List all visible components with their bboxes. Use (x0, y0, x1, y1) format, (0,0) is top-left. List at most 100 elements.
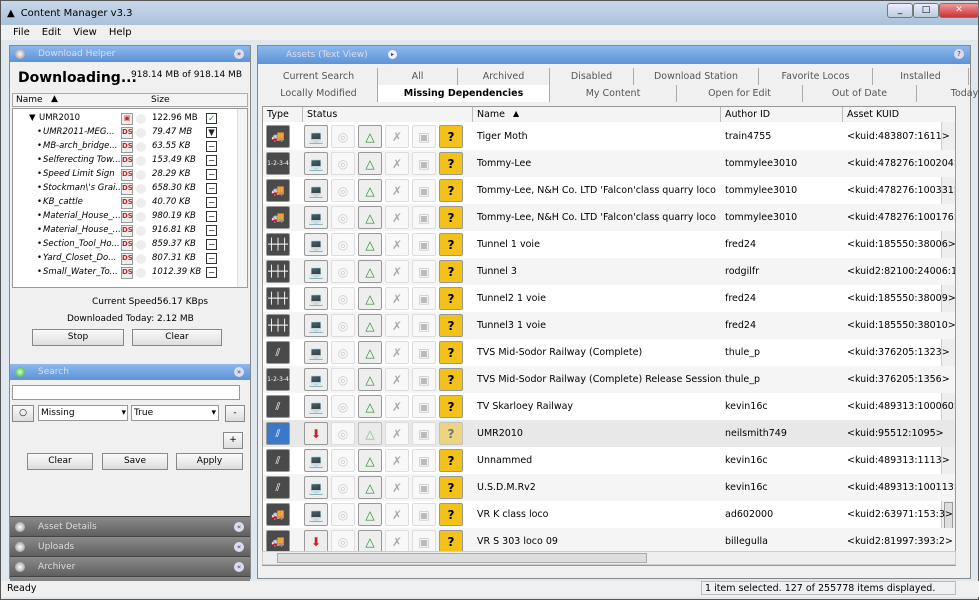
column-type[interactable]: Type (263, 107, 303, 122)
author-id: ad602000 (725, 509, 774, 520)
tab-disabled[interactable]: Disabled (550, 68, 634, 85)
column-name[interactable]: Name (16, 95, 43, 105)
tab-archived[interactable]: Archived (458, 68, 550, 85)
table-row[interactable]: 🚚 💻 ◎ △ ✗ ▣? Tommy-Lee, N&H Co. LTD 'Falcon'cl… (263, 177, 955, 204)
tab-out-of-date[interactable]: Out of Date (803, 85, 917, 102)
tab-download-station[interactable]: Download Station (634, 68, 759, 85)
queued-icon[interactable]: − (206, 267, 217, 278)
download-list-scrollbar[interactable] (237, 109, 247, 287)
column-status[interactable]: Status (303, 107, 473, 122)
queued-icon[interactable]: − (206, 239, 217, 250)
menu-help[interactable]: Help (109, 27, 132, 38)
filter-value-select[interactable]: True ▾ (131, 405, 219, 421)
column-name[interactable]: Name (473, 107, 721, 122)
toggle-condition-button[interactable]: ○ (12, 405, 34, 422)
asset-table: Type Status Name Author ID Asset KUID ▲ 🚚 💻 ◎ △ ✗ ▣… (262, 106, 956, 566)
table-row[interactable]: ┼┼┼ 💻 ◎ △ ✗ ▣? Tunnel3 1 voie fred24 <kuid:18555… (263, 312, 955, 339)
collapse-icon[interactable]: » (234, 367, 244, 377)
column-size[interactable]: Size (151, 95, 169, 105)
download-item[interactable]: • Section_Tool_Ho... DS 859.37 KB − (13, 239, 247, 252)
maximize-button[interactable]: □ (913, 3, 939, 18)
tab-installed[interactable]: Installed (873, 68, 969, 85)
download-item[interactable]: ▼ UMR2010 ▣ 122.96 MB ✓ (13, 113, 247, 126)
minimize-button[interactable]: _ (887, 3, 913, 18)
download-item[interactable]: • MB-arch_bridge... DS 63.55 KB − (13, 141, 247, 154)
table-row[interactable]: ┼┼┼ 💻 ◎ △ ✗ ▣? Tunnel2 1 voie fred24 <kuid:18555… (263, 285, 955, 312)
queued-icon[interactable]: − (206, 211, 217, 222)
download-helper-header[interactable]: Download Helper » (10, 46, 250, 62)
filter-field-select[interactable]: Missing dependenc ▾ (38, 405, 128, 421)
search-header[interactable]: Search » (10, 364, 250, 380)
tab-favorite-locos[interactable]: Favorite Locos (759, 68, 873, 85)
queued-icon[interactable]: − (206, 155, 217, 166)
table-row[interactable]: ⫽ 💻 ◎ △ ✗ ▣? TV Skarloey Railway kevin16c <kuid:… (263, 393, 955, 420)
horizontal-scrollbar[interactable] (262, 551, 956, 565)
download-item[interactable]: • Speed Limit Sign DS 28.29 KB − (13, 169, 247, 182)
tab-open-for-edit[interactable]: Open for Edit (677, 85, 803, 102)
table-row[interactable]: ⫽ 💻 ◎ △ ✗ ▣? U.S.D.M.Rv2 kevin16c <kuid:489313:1… (263, 474, 955, 501)
column-author-id[interactable]: Author ID (721, 107, 843, 122)
table-row[interactable]: ⫽ 💻 ◎ △ ✗ ▣? TVS Mid-Sodor Railway (Complete) t… (263, 339, 955, 366)
table-row[interactable]: 🚚 💻 ◎ △ ✗ ▣? Tommy-Lee, N&H Co. LTD 'Falcon'cl… (263, 204, 956, 231)
copy-icon: ▣ (412, 503, 436, 526)
download-item[interactable]: • Material_House_... DS 916.81 KB − (13, 225, 247, 238)
save-search-button[interactable]: Save (102, 453, 168, 470)
clear-search-button[interactable]: Clear (27, 453, 93, 470)
tab-today[interactable]: Today (917, 85, 979, 102)
panel-uploads[interactable]: Uploads « (10, 536, 250, 556)
download-item[interactable]: • Material_House_... DS 980.19 KB − (13, 211, 247, 224)
expand-icon[interactable]: « (234, 522, 244, 532)
disc-icon (136, 184, 146, 194)
download-item[interactable]: • Stockman\'s Grai... DS 658.30 KB − (13, 183, 247, 196)
tools-icon: ✗ (385, 233, 409, 256)
tab-missing-dependencies[interactable]: Missing Dependencies (378, 85, 550, 102)
clear-download-button[interactable]: Clear (132, 329, 222, 346)
search-input[interactable] (12, 385, 240, 400)
check-icon[interactable]: ✓ (206, 113, 217, 124)
remove-condition-button[interactable]: - (225, 405, 245, 422)
queued-icon[interactable]: − (206, 197, 217, 208)
apply-search-button[interactable]: Apply (176, 453, 243, 470)
queued-icon[interactable]: − (206, 253, 217, 264)
help-icon[interactable]: ? (954, 49, 964, 59)
collapse-icon[interactable]: » (234, 49, 244, 59)
download-item[interactable]: • Selferecting Tow... DS 153.49 KB − (13, 155, 247, 168)
download-item[interactable]: • Small_Water_To... DS 1012.39 KB − (13, 267, 247, 280)
tab-locally-modified[interactable]: Locally Modified (260, 85, 378, 102)
downloading-icon[interactable]: ▼ (206, 127, 217, 138)
expand-icon[interactable]: « (234, 542, 244, 552)
column-asset-kuid[interactable]: Asset KUID (843, 107, 955, 122)
expand-arrow-icon[interactable]: ▼ (29, 113, 36, 123)
table-row[interactable]: 🚚 💻 ◎ △ ✗ ▣? VR K class loco ad602000 <kuid2:639… (263, 501, 955, 528)
table-row[interactable]: ⫽ 💻 ◎ △ ✗ ▣? Unnammed kevin16c <kuid:489313:1113… (263, 447, 955, 474)
table-row[interactable]: 1-2-3-4 💻 ◎ △ ✗ ▣? Tommy-Lee tommylee3010 <kuid:… (263, 150, 955, 177)
menu-file[interactable]: File (13, 27, 30, 38)
table-row[interactable]: 🚚 💻 ◎ △ ✗ ▣? Tiger Moth train4755 <kuid:483807:1… (263, 123, 955, 150)
queued-icon[interactable]: − (206, 225, 217, 236)
queued-icon[interactable]: − (206, 183, 217, 194)
add-condition-button[interactable]: + (223, 432, 243, 449)
asset-kuid: <kuid:478276:100176> (847, 212, 956, 223)
menu-edit[interactable]: Edit (42, 27, 61, 38)
download-item[interactable]: • KB_cattle DS 40.70 KB − (13, 197, 247, 210)
table-row[interactable]: 1-2-3-4 💻 ◎ △ ✗ ▣? TVS Mid-Sodor Railway (Comp… (263, 366, 955, 393)
expand-icon[interactable]: « (234, 562, 244, 572)
queued-icon[interactable]: − (206, 141, 217, 152)
tab-my-content[interactable]: My Content (550, 85, 677, 102)
panel-archiver[interactable]: Archiver « (10, 556, 250, 576)
table-row[interactable]: ⫽ ⬇ ◎ △ ✗ ▣? UMR2010 neilsmith749 <kuid:95512:10… (263, 420, 955, 447)
tab-current-search[interactable]: Current Search (260, 68, 378, 85)
table-row[interactable]: ┼┼┼ 💻 ◎ △ ✗ ▣? Tunnel 1 voie fred24 <kuid:185550… (263, 231, 955, 258)
queued-icon[interactable]: − (206, 169, 217, 180)
vehicle-type-icon: 🚚 (266, 503, 290, 526)
close-button[interactable]: ✕ (939, 3, 979, 18)
stop-button[interactable]: Stop (32, 329, 124, 346)
tab-all[interactable]: All (378, 68, 458, 85)
download-item[interactable]: • Yard_Closet_Do... DS 807.31 KB − (13, 253, 247, 266)
scroll-thumb[interactable] (277, 553, 647, 563)
download-item[interactable]: • UMR2011-MEG... DS 79.47 MB ▼ (13, 127, 247, 140)
menu-view[interactable]: View (73, 27, 97, 38)
view-toggle-icon[interactable]: ▸ (388, 50, 397, 59)
panel-asset-details[interactable]: Asset Details « (10, 516, 250, 536)
table-row[interactable]: ┼┼┼ 💻 ◎ △ ✗ ▣? Tunnel 3 rodgilfr <kuid2:82100:24… (263, 258, 955, 285)
